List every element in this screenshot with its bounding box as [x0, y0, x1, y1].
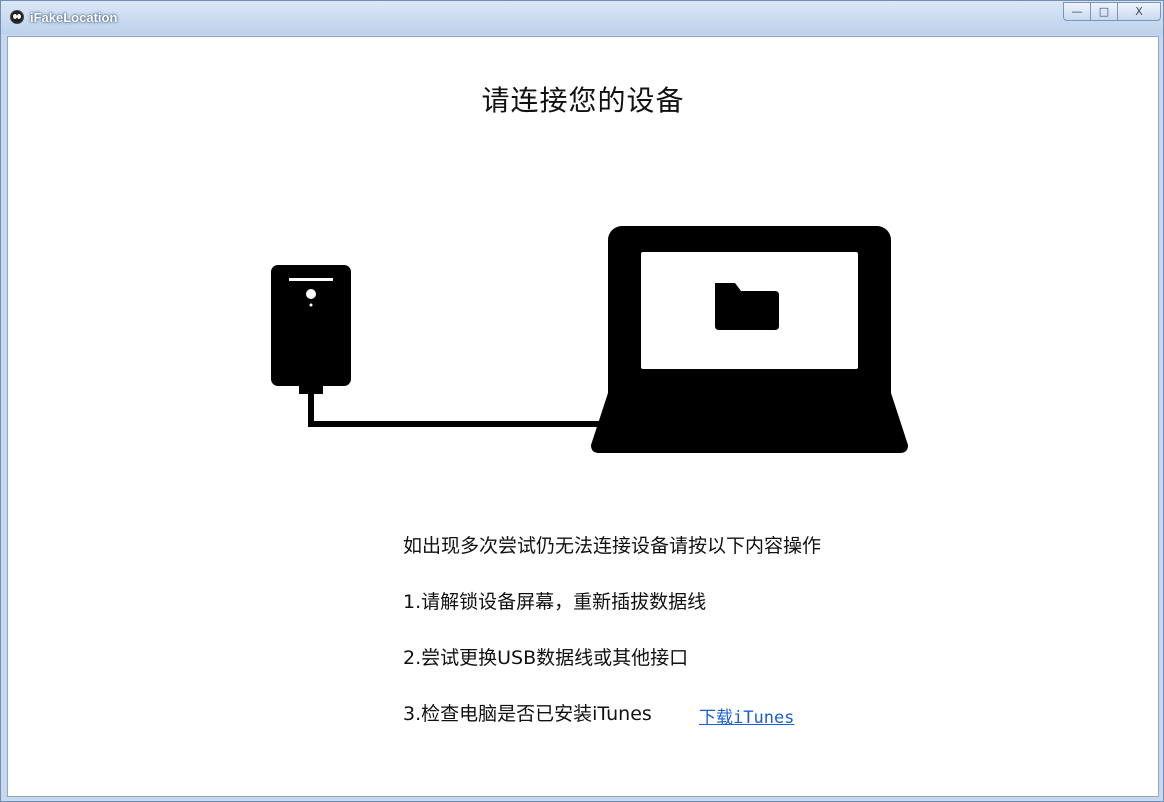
title-bar[interactable]: iFakeLocation — □ X: [1, 1, 1163, 35]
close-button[interactable]: X: [1117, 2, 1161, 21]
instruction-step-3: 3.检查电脑是否已安装iTunes: [403, 703, 652, 725]
usb-cable-icon: [308, 393, 603, 427]
phone-icon: [271, 265, 351, 394]
laptop-icon: [591, 226, 908, 453]
content-area: 请连接您的设备 如出现多次尝试仍无法连接设备请按以下内容操作 1.请解锁设备屏幕…: [7, 36, 1159, 797]
minimize-button[interactable]: —: [1063, 2, 1091, 21]
connect-device-illustration: [271, 226, 908, 453]
instruction-step-1: 1.请解锁设备屏幕，重新插拔数据线: [403, 591, 707, 613]
instruction-step-2: 2.尝试更换USB数据线或其他接口: [403, 647, 689, 669]
page-title: 请连接您的设备: [481, 84, 685, 117]
window-title: iFakeLocation: [30, 10, 118, 25]
instruction-intro: 如出现多次尝试仍无法连接设备请按以下内容操作: [403, 535, 822, 557]
maximize-button[interactable]: □: [1090, 2, 1118, 21]
app-logo-icon: [10, 10, 24, 24]
download-itunes-link[interactable]: 下载iTunes: [699, 703, 794, 728]
app-window: iFakeLocation — □ X 请连接您的设备 如出现多次尝试仍无法连接…: [0, 0, 1164, 802]
